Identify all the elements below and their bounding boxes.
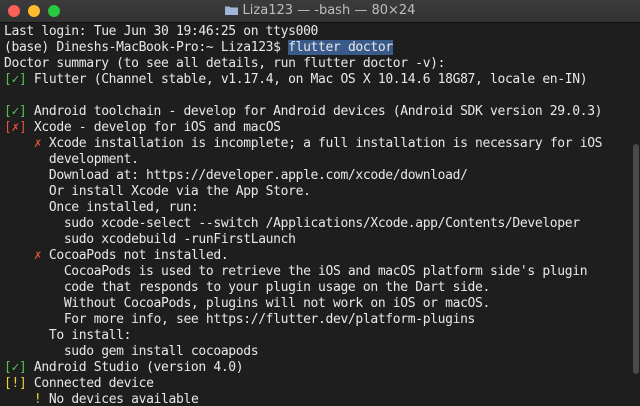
terminal-window: Liza123 — -bash — 80×24 Last login: Tue … — [0, 0, 640, 406]
terminal-line: For more info, see https://flutter.dev/p… — [4, 312, 476, 327]
scrollbar[interactable] — [632, 24, 640, 406]
terminal-line: Download at: https://developer.apple.com… — [4, 168, 468, 183]
terminal-line: sudo xcode-select --switch /Applications… — [4, 216, 580, 231]
terminal-line: ✗ CocoaPods not installed. — [33, 248, 229, 263]
terminal-line: [✓] Android Studio (version 4.0) — [4, 360, 244, 375]
terminal-line: [✗] Xcode - develop for iOS and macOS — [4, 120, 281, 135]
terminal-line: Without CocoaPods, plugins will not work… — [4, 296, 491, 311]
status-mark: [✓] — [4, 104, 27, 119]
status-mark: [✗] — [4, 120, 27, 135]
terminal-line: [✓] Android toolchain - develop for Andr… — [4, 104, 603, 119]
window-title-text: Liza123 — -bash — 80×24 — [242, 3, 416, 18]
terminal-line: code that responds to your plugin usage … — [4, 280, 491, 295]
terminal-line: sudo gem install cocoapods — [4, 344, 259, 359]
terminal-line: sudo xcodebuild -runFirstLaunch — [4, 232, 296, 247]
window-title: Liza123 — -bash — 80×24 — [0, 3, 640, 18]
terminal-line: [!] Connected device — [4, 376, 154, 391]
terminal-line: Doctor summary (to see all details, run … — [4, 56, 446, 71]
scroll-thumb[interactable] — [633, 144, 639, 374]
terminal-line: ✗ Xcode installation is incomplete; a fu… — [33, 136, 603, 151]
terminal-line: Last login: Tue Jun 30 19:46:25 on ttys0… — [4, 24, 319, 39]
terminal-line: Or install Xcode via the App Store. — [4, 184, 311, 199]
terminal-line: (base) Dineshs-MacBook-Pro:~ Liza123$ fl… — [4, 40, 632, 56]
status-mark: [!] — [4, 376, 27, 391]
folder-icon — [224, 6, 238, 15]
terminal-line: CocoaPods is used to retrieve the iOS an… — [4, 264, 588, 279]
terminal-line: development. — [4, 152, 139, 167]
terminal-line: ! No devices available — [33, 392, 199, 406]
status-mark: [✓] — [4, 360, 27, 375]
terminal-line: Once installed, run: — [4, 200, 199, 215]
shell-prompt: (base) Dineshs-MacBook-Pro:~ Liza123$ — [4, 40, 289, 55]
terminal-line: To install: — [4, 328, 132, 343]
terminal-output[interactable]: Last login: Tue Jun 30 19:46:25 on ttys0… — [0, 24, 632, 406]
terminal-line: [✓] Flutter (Channel stable, v1.17.4, on… — [4, 72, 588, 87]
command-text[interactable]: flutter doctor — [288, 40, 393, 55]
title-bar[interactable]: Liza123 — -bash — 80×24 — [0, 0, 640, 23]
status-mark: [✓] — [4, 72, 27, 87]
